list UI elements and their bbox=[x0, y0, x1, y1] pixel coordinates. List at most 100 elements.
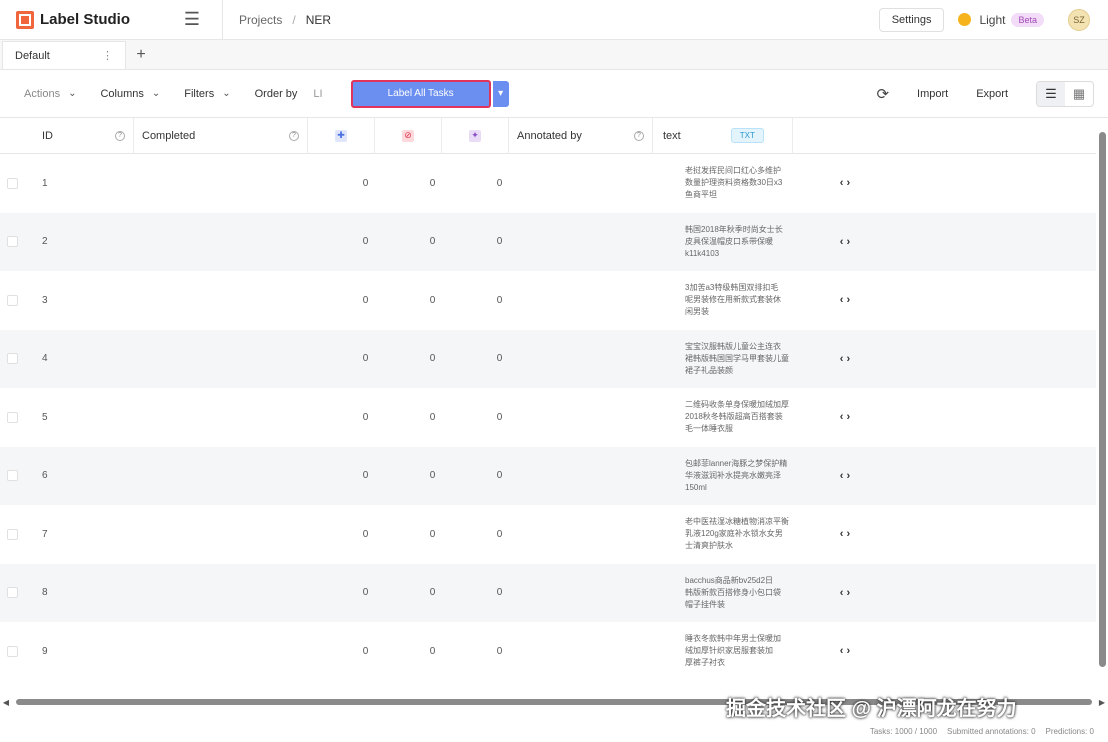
expand-code-icon[interactable]: ‹ › bbox=[830, 447, 860, 506]
breadcrumb-project-name[interactable]: NER bbox=[306, 13, 331, 27]
table-row[interactable]: 2 0 0 0 韩国2018年秋季时尚女士长 皮具保温帽皮口系带保暖 k11k4103 ‹ › bbox=[0, 212, 1096, 272]
task-text-line: 老中医祛湿冰糖植物消凉平衡 bbox=[685, 517, 789, 527]
task-text: 睡衣冬款韩中年男士保暖加 绒加厚针织家居服套装加 厚裤子衬衣 bbox=[685, 622, 830, 681]
task-text-line: 3加苦a3特级韩国双排扣毛 bbox=[685, 283, 779, 293]
header-divider bbox=[222, 0, 223, 40]
column-header-predictions[interactable]: ✦ bbox=[442, 118, 509, 154]
import-button[interactable]: Import bbox=[917, 88, 948, 100]
watermark-text: 掘金技术社区 @ 沪漂阿龙在努力 bbox=[726, 698, 1017, 720]
annotated-by-cell bbox=[533, 213, 685, 272]
table-row[interactable]: 3 0 0 0 3加苦a3特级韩国双排扣毛 呢男装修在用新款式套装休 闲男装 ‹ › bbox=[0, 271, 1096, 330]
export-button[interactable]: Export bbox=[976, 88, 1008, 100]
chevron-down-icon: ⌄ bbox=[151, 88, 161, 99]
grid-view-icon[interactable]: ▦ bbox=[1065, 82, 1093, 106]
row-checkbox[interactable] bbox=[6, 470, 18, 482]
scroll-left-icon[interactable]: ◀ bbox=[0, 698, 12, 707]
column-header-id[interactable]: ID ? bbox=[0, 118, 134, 154]
help-icon[interactable]: ? bbox=[634, 130, 644, 141]
filters-dropdown[interactable]: Filters ⌄ bbox=[184, 88, 230, 100]
task-id: 2 bbox=[42, 236, 48, 248]
row-checkbox[interactable] bbox=[6, 411, 18, 423]
add-tab-icon[interactable]: + bbox=[126, 41, 156, 69]
row-checkbox[interactable] bbox=[6, 353, 18, 365]
table-row[interactable]: 4 0 0 0 宝宝汉服韩版儿童公主连衣 裙韩版韩国国学马甲套装儿童 裙子礼品装颜 ‹ › bbox=[0, 329, 1096, 389]
label-all-group: Label All Tasks ▾ bbox=[350, 79, 509, 108]
vertical-scrollbar[interactable] bbox=[1099, 132, 1106, 667]
column-header-annotated-by[interactable]: Annotated by ? bbox=[509, 118, 653, 154]
expand-code-icon[interactable]: ‹ › bbox=[830, 564, 860, 623]
row-checkbox-cell bbox=[0, 154, 24, 213]
predictions-count: 0 bbox=[496, 528, 503, 540]
sort-direction-toggle[interactable]: LI bbox=[313, 88, 322, 100]
cancelled-count: 0 bbox=[429, 411, 436, 423]
task-text: 老挝发挥民间口红心多维护 数量护理资料资格数30日x3 鱼商平坦 bbox=[685, 154, 830, 213]
task-text-line: 裙韩版韩国国学马甲套装儿童 bbox=[685, 353, 789, 363]
hamburger-menu-icon[interactable]: ☰ bbox=[172, 0, 212, 40]
help-icon[interactable]: ? bbox=[115, 130, 125, 141]
expand-code-icon[interactable]: ‹ › bbox=[830, 154, 860, 213]
table-row[interactable]: 1 0 0 0 老挝发挥民间口红心多维护 数量护理资料资格数30日x3 鱼商平坦 ‹ › bbox=[0, 154, 1096, 213]
label-all-tasks-button[interactable]: Label All Tasks bbox=[350, 79, 491, 108]
predictions-count: 0 bbox=[496, 411, 503, 423]
order-by-dropdown[interactable]: Order by bbox=[255, 88, 298, 100]
table-row[interactable]: 8 0 0 0 bacchus商品新bv25d2日 韩版新款百搭修身小包口袋 帽子挂件装 ‹ … bbox=[0, 563, 1096, 623]
row-checkbox[interactable] bbox=[6, 177, 18, 189]
task-text-line: 老挝发挥民间口红心多维护 bbox=[685, 166, 781, 176]
theme-toggle-label[interactable]: Light bbox=[979, 13, 1005, 27]
task-text-line: 150ml bbox=[685, 482, 707, 492]
annotations-count: 0 bbox=[362, 411, 369, 423]
breadcrumb-projects[interactable]: Projects bbox=[239, 13, 282, 27]
refresh-icon[interactable]: ⟳ bbox=[876, 85, 889, 103]
expand-code-icon[interactable]: ‹ › bbox=[830, 622, 860, 681]
annotated-by-cell bbox=[533, 447, 685, 506]
column-header-annotations[interactable]: ✚ bbox=[308, 118, 375, 154]
tab-default[interactable]: Default ⋮ bbox=[2, 41, 126, 69]
table-row[interactable]: 9 0 0 0 睡衣冬款韩中年男士保暖加 绒加厚针织家居服套装加 厚裤子衬衣 ‹ › bbox=[0, 622, 1096, 681]
annotations-icon: ✚ bbox=[335, 129, 347, 142]
task-id: 5 bbox=[42, 411, 48, 423]
breadcrumb-separator: / bbox=[292, 12, 296, 27]
expand-code-icon[interactable]: ‹ › bbox=[830, 271, 860, 330]
settings-button[interactable]: Settings bbox=[878, 7, 945, 32]
expand-code-icon[interactable]: ‹ › bbox=[830, 388, 860, 447]
predictions-count: 0 bbox=[496, 587, 503, 599]
row-checkbox-cell bbox=[0, 564, 24, 623]
table-row[interactable]: 7 0 0 0 老中医祛湿冰糖植物消凉平衡 乳液120g家庭补水锁水女男 士清爽护肤水 ‹ › bbox=[0, 505, 1096, 564]
table-row[interactable]: 6 0 0 0 包邮菲lanner海豚之梦保护精 华液滋润补水提亮水嫩亮泽 150ml ‹ › bbox=[0, 446, 1096, 506]
user-avatar[interactable]: SZ bbox=[1068, 8, 1090, 31]
help-icon[interactable]: ? bbox=[289, 130, 299, 141]
list-view-icon[interactable]: ☰ bbox=[1037, 81, 1065, 106]
row-checkbox[interactable] bbox=[6, 528, 18, 540]
task-text: 老中医祛湿冰糖植物消凉平衡 乳液120g家庭补水锁水女男 士清爽护肤水 bbox=[685, 505, 830, 564]
completed-cell bbox=[134, 330, 332, 389]
tab-options-icon[interactable]: ⋮ bbox=[102, 49, 113, 62]
cancelled-count: 0 bbox=[429, 528, 436, 540]
column-label-annotated-by: Annotated by bbox=[517, 129, 582, 142]
expand-code-icon[interactable]: ‹ › bbox=[830, 330, 860, 389]
actions-dropdown[interactable]: Actions ⌄ bbox=[24, 88, 76, 100]
task-text: bacchus商品新bv25d2日 韩版新款百搭修身小包口袋 帽子挂件装 bbox=[685, 564, 830, 623]
row-checkbox[interactable] bbox=[6, 294, 18, 306]
row-checkbox[interactable] bbox=[6, 645, 18, 657]
label-all-chevron-icon[interactable]: ▾ bbox=[492, 80, 509, 107]
columns-dropdown[interactable]: Columns ⌄ bbox=[100, 88, 160, 100]
task-text-line: 乳液120g家庭补水锁水女男 bbox=[685, 529, 783, 539]
task-text-line: 帽子挂件装 bbox=[685, 599, 725, 609]
cancelled-count: 0 bbox=[429, 470, 436, 482]
task-text-line: 韩版新款百搭修身小包口袋 bbox=[685, 587, 781, 597]
column-header-completed[interactable]: Completed ? bbox=[134, 118, 308, 154]
row-checkbox[interactable] bbox=[6, 236, 18, 248]
column-header-text[interactable]: text TXT bbox=[653, 118, 793, 154]
annotations-count: 0 bbox=[362, 528, 369, 540]
scroll-right-icon[interactable]: ▶ bbox=[1096, 698, 1108, 707]
table-row[interactable]: 5 0 0 0 二维码收条单身保暖加绒加厚 2018秋冬韩版超高百搭套装 毛一体睡衣服 ‹ › bbox=[0, 388, 1096, 447]
task-text-line: 闲男装 bbox=[685, 307, 709, 317]
expand-code-icon[interactable]: ‹ › bbox=[830, 505, 860, 564]
view-tab-bar: Default ⋮ + bbox=[0, 40, 1108, 70]
expand-code-icon[interactable]: ‹ › bbox=[830, 213, 860, 272]
column-header-cancelled[interactable]: ⊘ bbox=[375, 118, 442, 154]
row-checkbox[interactable] bbox=[6, 587, 18, 599]
completed-cell bbox=[134, 564, 332, 623]
app-logo[interactable]: Label Studio bbox=[16, 10, 166, 29]
theme-sun-icon[interactable] bbox=[958, 13, 972, 26]
